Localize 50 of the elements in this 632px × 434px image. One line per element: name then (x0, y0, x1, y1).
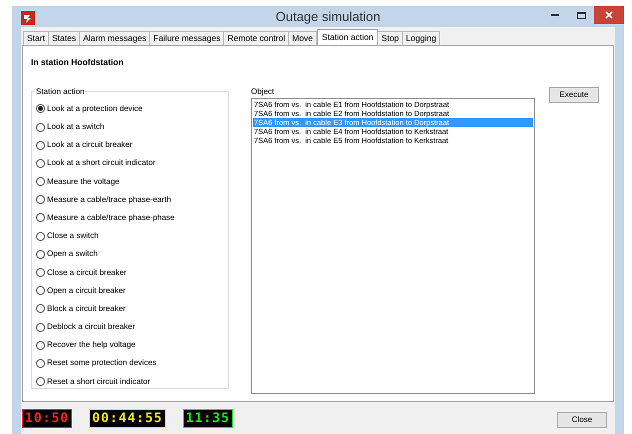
radio-button[interactable] (36, 377, 45, 386)
radio-label[interactable]: Look at a protection device (47, 102, 143, 115)
app-icon (21, 11, 35, 25)
window-title: Outage simulation (274, 8, 380, 26)
radio-label[interactable]: Look at a switch (47, 121, 104, 134)
radio-label[interactable]: Deblock a circuit breaker (47, 321, 136, 334)
tab[interactable]: Alarm messages (79, 31, 150, 45)
radio-button[interactable] (36, 232, 45, 241)
execute-button[interactable]: Execute (549, 86, 599, 103)
digital-clock: 00:44:55 (89, 408, 166, 428)
digital-clock: 10:50 (22, 408, 72, 428)
tab[interactable]: Start (23, 31, 49, 45)
radio-button[interactable] (36, 122, 45, 132)
radio-button[interactable] (36, 268, 45, 278)
radio-label[interactable]: Close a circuit breaker (47, 266, 127, 279)
radio-label[interactable]: Reset a short circuit indicator (47, 376, 150, 388)
radio-button[interactable] (36, 286, 45, 296)
station-heading: In station Hoofdstation (31, 56, 125, 69)
tab[interactable]: Move (288, 31, 317, 45)
radio-button[interactable] (36, 322, 45, 332)
radio-button[interactable] (36, 195, 45, 204)
radio-button[interactable] (36, 177, 45, 186)
close-button[interactable]: Close (557, 412, 607, 428)
radio-label[interactable]: Measure the voltage (47, 176, 120, 188)
radio-label[interactable]: Reset some protection devices (47, 357, 156, 370)
tab[interactable]: Stop (377, 31, 403, 45)
radio-label[interactable]: Open a switch (47, 248, 98, 260)
object-label: Object (251, 86, 276, 97)
radio-button[interactable] (36, 304, 45, 314)
object-list[interactable] (251, 98, 535, 394)
radio-label[interactable]: Look at a circuit breaker (47, 139, 132, 152)
radio-button[interactable] (36, 250, 45, 259)
radio-button[interactable] (36, 158, 45, 168)
tab[interactable]: Logging (402, 31, 440, 45)
radio-button[interactable] (36, 340, 45, 350)
radio-button[interactable] (36, 213, 45, 222)
close-icon[interactable] (594, 6, 624, 24)
radio-label[interactable]: Open a circuit breaker (47, 284, 126, 297)
radio-label[interactable]: Block a circuit breaker (47, 302, 126, 315)
tab[interactable]: Failure messages (149, 31, 224, 45)
digital-clock: 11:35 (182, 408, 233, 428)
radio-label[interactable]: Measure a cable/trace phase-phase (47, 212, 175, 224)
radio-label[interactable]: Measure a cable/trace phase-earth (47, 194, 172, 206)
tab[interactable]: Station action (316, 29, 378, 45)
radio-label[interactable]: Look at a short circuit indicator (47, 157, 156, 170)
radio-label[interactable]: Recover the help voltage (47, 339, 136, 352)
radio-button[interactable] (36, 140, 45, 150)
radio-label[interactable]: Close a switch (47, 230, 99, 242)
radio-button[interactable] (36, 104, 45, 114)
radio-button[interactable] (36, 358, 45, 368)
